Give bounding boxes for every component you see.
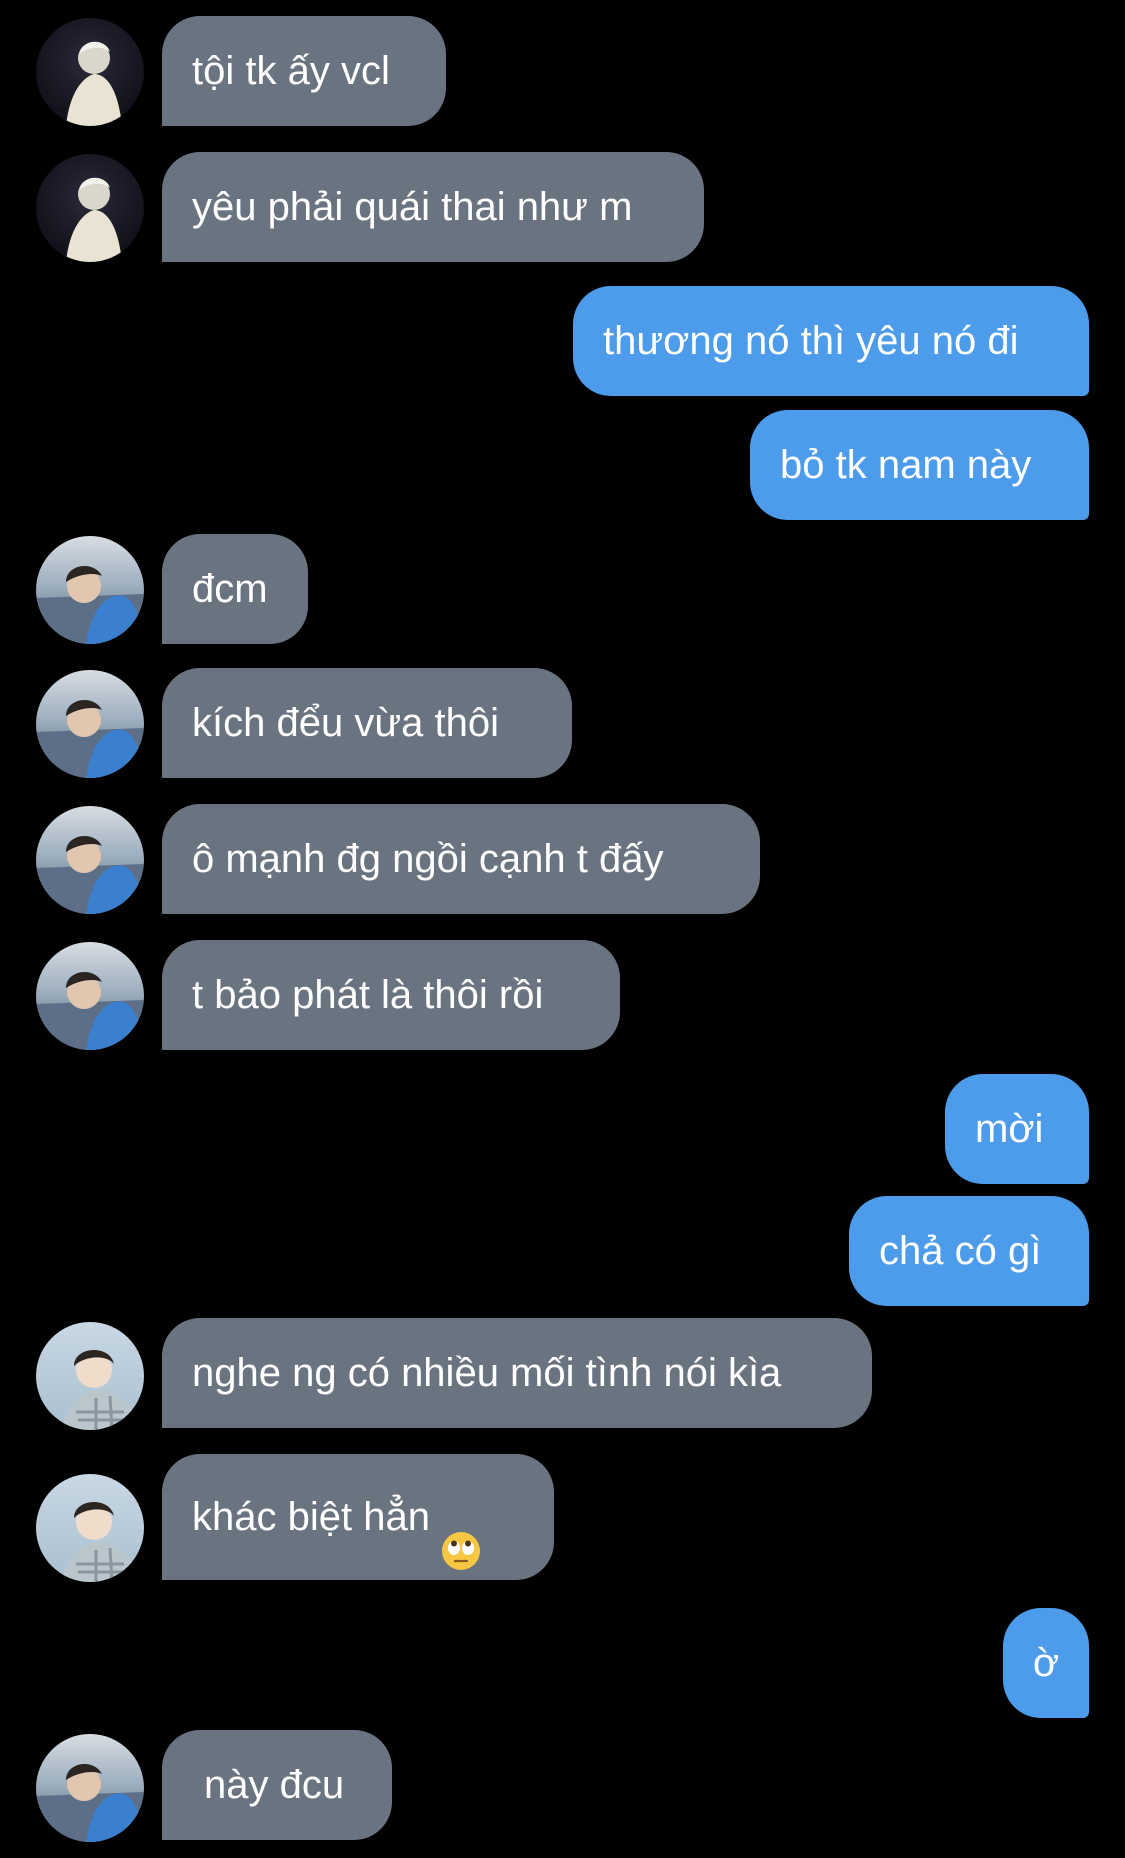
avatar[interactable] bbox=[36, 1322, 144, 1430]
message-bubble-incoming[interactable]: yêu phải quái thai như m bbox=[162, 152, 704, 262]
avatar[interactable] bbox=[36, 942, 144, 1050]
message-bubble-incoming[interactable]: này đcu bbox=[162, 1730, 392, 1840]
message-text: bỏ tk nam này bbox=[780, 443, 1032, 487]
message-bubble-outgoing[interactable]: bỏ tk nam này bbox=[750, 410, 1089, 520]
message-text: yêu phải quái thai như m bbox=[192, 185, 633, 229]
message-bubble-outgoing[interactable]: thương nó thì yêu nó đi bbox=[573, 286, 1089, 396]
avatar[interactable] bbox=[36, 1474, 144, 1582]
message-text: ô mạnh đg ngồi cạnh t đấy bbox=[192, 837, 664, 881]
message-bubble-outgoing[interactable]: ờ bbox=[1003, 1608, 1089, 1718]
avatar[interactable] bbox=[36, 1734, 144, 1842]
message-bubble-outgoing[interactable]: chả có gì bbox=[849, 1196, 1089, 1306]
message-text: nghe ng có nhiều mối tình nói kìa bbox=[192, 1351, 782, 1395]
message-text: ờ bbox=[1032, 1641, 1060, 1685]
message-bubble-incoming[interactable]: ô mạnh đg ngồi cạnh t đấy bbox=[162, 804, 760, 914]
message-bubble-incoming[interactable]: khác biệt hẳn bbox=[162, 1454, 554, 1580]
message-text: tội tk ấy vcl bbox=[192, 49, 390, 93]
message-bubble-incoming[interactable]: tội tk ấy vcl bbox=[162, 16, 446, 126]
message-bubble-incoming[interactable]: đcm bbox=[162, 534, 308, 644]
message-text: mời bbox=[975, 1107, 1044, 1151]
message-bubble-incoming[interactable]: nghe ng có nhiều mối tình nói kìa bbox=[162, 1318, 872, 1428]
message-text: t bảo phát là thôi rồi bbox=[192, 973, 544, 1017]
avatar[interactable] bbox=[36, 806, 144, 914]
message-bubble-outgoing[interactable]: mời bbox=[945, 1074, 1089, 1184]
avatar[interactable] bbox=[36, 154, 144, 262]
avatar[interactable] bbox=[36, 670, 144, 778]
avatar[interactable] bbox=[36, 536, 144, 644]
message-text: kích đểu vừa thôi bbox=[192, 701, 499, 745]
message-bubble-incoming[interactable]: t bảo phát là thôi rồi bbox=[162, 940, 620, 1050]
message-text: này đcu bbox=[204, 1763, 345, 1807]
eye-roll-emoji-icon bbox=[441, 1495, 481, 1571]
message-text: thương nó thì yêu nó đi bbox=[603, 319, 1019, 363]
message-bubble-incoming[interactable]: kích đểu vừa thôi bbox=[162, 668, 572, 778]
message-text: khác biệt hẳn bbox=[192, 1495, 430, 1539]
message-text: chả có gì bbox=[879, 1229, 1042, 1273]
avatar[interactable] bbox=[36, 18, 144, 126]
message-text: đcm bbox=[192, 567, 268, 611]
